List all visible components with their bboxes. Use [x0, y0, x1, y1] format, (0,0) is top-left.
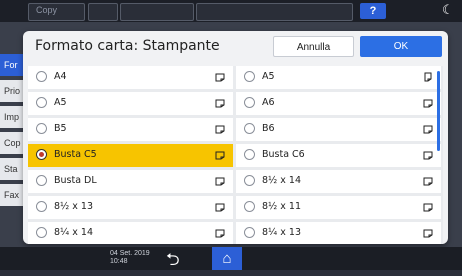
ok-button[interactable]: OK — [360, 36, 442, 57]
paper-option-label: B5 — [54, 123, 67, 134]
landscape-icon — [423, 99, 433, 108]
status-slot-4 — [196, 3, 353, 21]
paper-option-label: A5 — [54, 97, 67, 108]
paper-option-4[interactable]: B5 — [28, 118, 233, 141]
paper-option-label: 8¼ x 13 — [262, 227, 302, 238]
paper-option-13[interactable]: 8¼ x 13 — [236, 222, 441, 244]
energy-saver-icon[interactable]: ☾ — [442, 2, 454, 18]
dialog-title: Formato carta: Stampante — [35, 38, 220, 54]
paper-option-label: A4 — [54, 71, 67, 82]
paper-option-6[interactable]: Busta C5 — [28, 144, 233, 167]
radio-button[interactable] — [244, 97, 255, 108]
landscape-icon — [423, 151, 433, 160]
paper-option-label: Busta C5 — [54, 149, 97, 160]
time-text: 10:48 — [110, 258, 128, 265]
radio-button[interactable] — [36, 71, 47, 82]
landscape-icon — [215, 203, 225, 212]
paper-option-1[interactable]: A5 — [236, 66, 441, 89]
paper-option-8[interactable]: Busta DL — [28, 170, 233, 193]
portrait-icon — [424, 72, 432, 82]
radio-button-selected[interactable] — [36, 149, 47, 160]
back-arrow-icon[interactable]: ⮌ — [166, 247, 180, 276]
radio-button[interactable] — [244, 201, 255, 212]
paper-option-0[interactable]: A4 — [28, 66, 233, 89]
paper-option-label: 8½ x 11 — [262, 201, 302, 212]
paper-option-2[interactable]: A5 — [28, 92, 233, 115]
paper-size-dialog: Formato carta: Stampante Annulla OK A4 A… — [23, 31, 448, 244]
paper-option-11[interactable]: 8½ x 11 — [236, 196, 441, 219]
paper-option-7[interactable]: Busta C6 — [236, 144, 441, 167]
paper-option-label: 8¼ x 14 — [54, 227, 94, 238]
top-status-bar: Copy ? ☾ — [0, 0, 462, 22]
paper-option-9[interactable]: 8½ x 14 — [236, 170, 441, 193]
landscape-icon — [215, 177, 225, 186]
radio-button[interactable] — [36, 227, 47, 238]
paper-option-5[interactable]: B6 — [236, 118, 441, 141]
paper-option-12[interactable]: 8¼ x 14 — [28, 222, 233, 244]
radio-button[interactable] — [36, 97, 47, 108]
paper-option-label: 8½ x 14 — [262, 175, 302, 186]
home-icon[interactable]: ⌂ — [212, 247, 242, 270]
help-button[interactable]: ? — [360, 3, 386, 19]
datetime: 04 Set. 2019 10:48 — [110, 250, 150, 266]
landscape-icon — [423, 177, 433, 186]
paper-option-label: Busta DL — [54, 175, 97, 186]
radio-button[interactable] — [244, 149, 255, 160]
landscape-icon — [215, 125, 225, 134]
radio-button[interactable] — [244, 71, 255, 82]
landscape-icon — [215, 151, 225, 160]
landscape-icon — [215, 229, 225, 238]
radio-button[interactable] — [244, 227, 255, 238]
scrollbar[interactable] — [437, 71, 440, 151]
app-title: Copy — [36, 5, 58, 15]
status-slot-3 — [120, 3, 194, 21]
radio-button[interactable] — [244, 175, 255, 186]
radio-button[interactable] — [36, 201, 47, 212]
paper-size-list: A4 A5 A5 A6 B5 B6 Busta C5 Busta C6 Bust… — [28, 66, 443, 244]
bottom-bar: 04 Set. 2019 10:48 ⮌ ⌂ — [0, 247, 462, 270]
status-slot-2 — [88, 3, 118, 21]
landscape-icon — [423, 229, 433, 238]
paper-option-3[interactable]: A6 — [236, 92, 441, 115]
landscape-icon — [215, 99, 225, 108]
date-text: 04 Set. 2019 — [110, 250, 150, 257]
landscape-icon — [423, 125, 433, 134]
paper-option-label: A5 — [262, 71, 275, 82]
paper-option-label: 8½ x 13 — [54, 201, 94, 212]
landscape-icon — [423, 203, 433, 212]
radio-button[interactable] — [36, 123, 47, 134]
landscape-icon — [215, 73, 225, 82]
radio-button[interactable] — [244, 123, 255, 134]
paper-option-label: B6 — [262, 123, 275, 134]
cancel-button[interactable]: Annulla — [273, 36, 354, 57]
paper-option-10[interactable]: 8½ x 13 — [28, 196, 233, 219]
paper-option-label: A6 — [262, 97, 275, 108]
radio-button[interactable] — [36, 175, 47, 186]
paper-option-label: Busta C6 — [262, 149, 305, 160]
